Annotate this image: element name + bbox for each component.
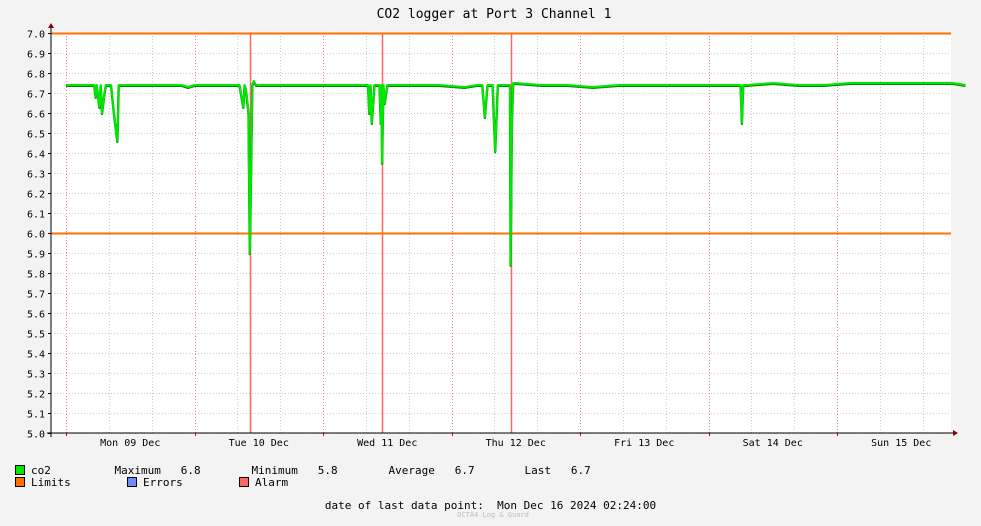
stat-average-label: Average: [388, 463, 435, 477]
watermark: OCTA4 Log & Guard: [457, 511, 529, 519]
y-tick-label: 6.9: [27, 50, 45, 61]
x-tick-label: Tue 10 Dec: [229, 438, 289, 449]
limits-swatch: [15, 477, 25, 487]
x-tick-label: Mon 09 Dec: [100, 438, 160, 449]
y-axis-ticks: 5.0 5.1 5.2 5.3 5.4 5.5 5.6 5.7 5.8 5.9 6.0 6.1 6.2 6…: [27, 30, 51, 441]
chart-title: CO2 logger at Port 3 Channel 1: [377, 7, 612, 22]
legend-errors: Errors: [127, 476, 239, 489]
legend-alarm-label: Alarm: [255, 475, 289, 489]
y-tick-label: 5.1: [27, 410, 45, 421]
legend-limits-label: Limits: [31, 475, 71, 489]
y-tick-label: 5.9: [27, 250, 45, 261]
stat-average: Average 6.7: [362, 451, 498, 490]
y-tick-label: 5.4: [27, 350, 45, 361]
y-tick-label: 6.6: [27, 110, 45, 121]
legend-alarm: Alarm: [239, 476, 288, 489]
x-tick-label: Wed 11 Dec: [357, 438, 417, 449]
x-tick-label: Thu 12 Dec: [486, 438, 546, 449]
legend-errors-label: Errors: [143, 475, 183, 489]
y-tick-label: 5.8: [27, 270, 45, 281]
y-tick-label: 7.0: [27, 30, 45, 41]
legend-row-stats: co2 Maximum 6.8 Minimum 5.8 Average 6.7 …: [15, 463, 591, 477]
legend-row-markers: Limits Errors Alarm: [15, 476, 288, 489]
x-axis-arrow: [953, 430, 958, 436]
y-tick-label: 5.3: [27, 370, 45, 381]
y-tick-label: 6.0: [27, 230, 45, 241]
x-tick-label: Sun 15 Dec: [871, 438, 931, 449]
y-tick-label: 5.0: [27, 430, 45, 441]
y-tick-label: 6.1: [27, 210, 45, 221]
y-tick-label: 5.6: [27, 310, 45, 321]
y-tick-label: 5.2: [27, 390, 45, 401]
y-tick-label: 6.4: [27, 150, 45, 161]
x-tick-label: Fri 13 Dec: [614, 438, 674, 449]
legend-limits: Limits: [15, 476, 127, 489]
stat-last-label: Last: [524, 463, 552, 477]
y-tick-label: 5.7: [27, 290, 45, 301]
co2-swatch: [15, 465, 25, 475]
stat-last: Last 6.7: [498, 451, 591, 490]
stat-last-value: 6.7: [570, 463, 591, 477]
x-axis-ticks: Mon 09 Dec Tue 10 Dec Wed 11 Dec Thu 12 Dec…: [66, 433, 931, 449]
y-tick-label: 6.8: [27, 70, 45, 81]
y-tick-label: 5.5: [27, 330, 45, 341]
x-tick-label: Sat 14 Dec: [743, 438, 803, 449]
y-tick-label: 6.3: [27, 170, 45, 181]
y-tick-label: 6.7: [27, 90, 45, 101]
alarm-swatch: [239, 477, 249, 487]
stat-minimum-value: 5.8: [317, 463, 338, 477]
errors-swatch: [127, 477, 137, 487]
y-tick-label: 6.2: [27, 190, 45, 201]
co2-chart: CO2 logger at Port 3 Channel 1 5.0 5.1 5.2…: [27, 7, 966, 449]
y-tick-label: 6.5: [27, 130, 45, 141]
y-axis-arrow: [48, 23, 54, 28]
stat-average-value: 6.7: [454, 463, 475, 477]
